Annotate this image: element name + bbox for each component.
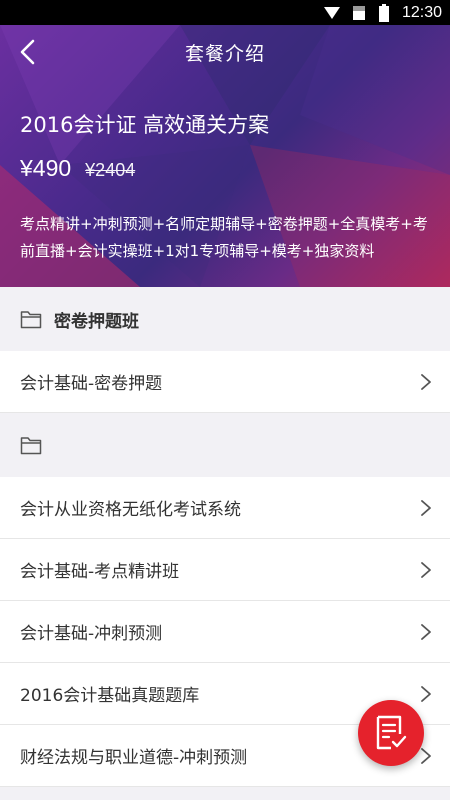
list-item[interactable]: 会计基础-冲刺预测 xyxy=(0,601,450,663)
status-time: 12:30 xyxy=(401,3,442,21)
list-item-label: 2016会计基础真题题库 xyxy=(20,686,200,706)
section-header-untitled xyxy=(0,413,450,477)
package-hero: 套餐介绍 2016会计证 高效通关方案 ¥490 ¥2404 考点精讲+冲刺预测… xyxy=(0,25,450,287)
folder-icon xyxy=(20,437,42,455)
original-price: ¥2404 xyxy=(85,160,136,180)
folder-icon xyxy=(20,311,42,329)
section-title: 密卷押题班 xyxy=(54,311,139,332)
list-item[interactable]: 会计基础-密卷押题 xyxy=(0,351,450,413)
chevron-right-icon xyxy=(421,748,431,764)
signal-icon xyxy=(352,5,365,20)
chevron-right-icon xyxy=(421,562,431,578)
chevron-right-icon xyxy=(421,686,431,702)
battery-icon xyxy=(378,3,389,22)
list-item[interactable]: 会计基础-考点精讲班 xyxy=(0,539,450,601)
package-description: 考点精讲+冲刺预测+名师定期辅导+密卷押题+全真模考+考前直播+会计实操班+1对… xyxy=(20,215,428,260)
status-bar: 12:30 xyxy=(0,0,450,25)
price-row: ¥490 ¥2404 xyxy=(20,155,135,182)
checklist-icon xyxy=(376,715,407,750)
list-item-label: 财经法规与职业道德-冲刺预测 xyxy=(20,748,248,768)
package-title: 2016会计证 高效通关方案 xyxy=(20,113,270,137)
list-item-label: 会计从业资格无纸化考试系统 xyxy=(20,500,241,520)
chevron-right-icon xyxy=(421,374,431,390)
list-item-label: 会计基础-考点精讲班 xyxy=(20,562,180,582)
package-price: ¥490 xyxy=(20,155,72,181)
list-item-label: 会计基础-密卷押题 xyxy=(20,374,163,394)
chevron-right-icon xyxy=(421,624,431,640)
floating-action-button[interactable] xyxy=(358,700,424,766)
page-title: 套餐介绍 xyxy=(184,43,265,65)
list-item-label: 会计基础-冲刺预测 xyxy=(20,624,163,644)
list-item[interactable]: 会计从业资格无纸化考试系统 xyxy=(0,477,450,539)
chevron-right-icon xyxy=(421,500,431,516)
wifi-icon xyxy=(323,6,340,19)
section-header-mijuan: 密卷押题班 xyxy=(0,287,450,351)
